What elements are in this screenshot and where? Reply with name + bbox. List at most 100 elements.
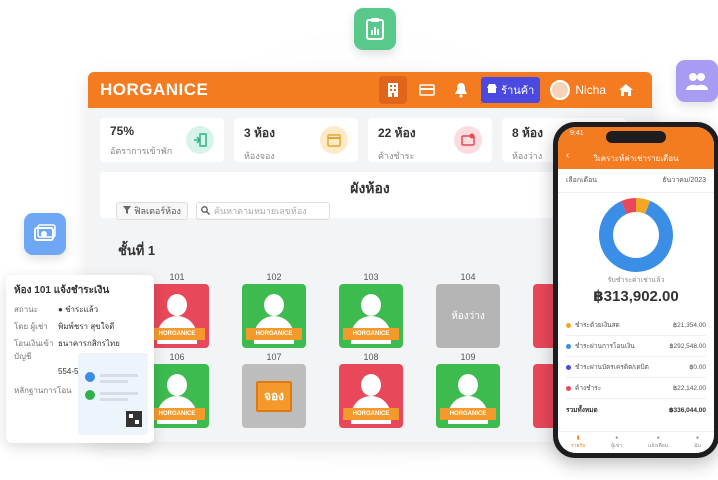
room-brand: HORGANICE bbox=[343, 328, 399, 340]
room-tile-104[interactable]: 104 ห้องว่าง bbox=[436, 272, 500, 348]
room-tile-108[interactable]: 108 HORGANICE bbox=[339, 352, 403, 428]
tenant-avatar-icon bbox=[458, 374, 478, 396]
sum-label: รวมทั้งหมด bbox=[566, 406, 598, 414]
room-status-tile: HORGANICE bbox=[339, 364, 403, 428]
overdue-bill-icon bbox=[454, 126, 482, 154]
room-brand: HORGANICE bbox=[246, 328, 302, 340]
room-status-tile: จอง bbox=[242, 364, 306, 428]
filter-button[interactable]: ฟิลเตอร์ห้อง bbox=[116, 202, 188, 220]
calendar-icon bbox=[320, 126, 348, 154]
legend-list: ชำระด้วยเงินสด ฿21,354.00 ชำระผ่านการโอน… bbox=[566, 315, 706, 420]
tab-me[interactable]: ● ฉัน bbox=[694, 435, 701, 450]
tenant-avatar-icon bbox=[264, 294, 284, 316]
legend-value: ฿21,354.00 bbox=[672, 322, 706, 329]
tab-label: แจ้งเตือน bbox=[648, 443, 669, 449]
account-key: โอนเงินเข้าบัญชี bbox=[14, 339, 54, 361]
month-value: ธันวาคม/2023 bbox=[662, 177, 706, 184]
total-amount: ฿313,902.00 bbox=[593, 288, 679, 305]
report-clipboard-icon bbox=[354, 8, 396, 50]
legend-item: ชำระผ่านบัตรเครดิต/เดบิต ฿0.00 bbox=[566, 357, 706, 378]
status-row: สถานะ ● ชำระแล้ว bbox=[14, 303, 146, 316]
legend-item: ค้างชำระ ฿22,142.00 bbox=[566, 378, 706, 399]
phone-mockup: 9:41 ‹ วิเคราะห์ค่าเช่ารายเดือน เลือกเดื… bbox=[553, 122, 718, 458]
shop-label: ร้านค้า bbox=[501, 85, 535, 97]
phone-screen: 9:41 ‹ วิเคราะห์ค่าเช่ารายเดือน เลือกเดื… bbox=[558, 127, 714, 453]
room-tile-103[interactable]: 103 HORGANICE bbox=[339, 272, 403, 348]
donut-chart bbox=[598, 197, 674, 278]
building-icon[interactable] bbox=[379, 76, 408, 104]
bell-icon: ♦ bbox=[656, 435, 660, 441]
top-navbar: HORGANICE ร้านค้า Nicha bbox=[88, 72, 652, 108]
chart-caption: รับชำระค่าเช่าแล้ว bbox=[607, 277, 665, 284]
proof-key: หลักฐานการโอน bbox=[14, 386, 72, 395]
room-number: 107 bbox=[266, 352, 282, 362]
room-brand: HORGANICE bbox=[343, 408, 399, 420]
app-logo[interactable]: HORGANICE bbox=[100, 80, 373, 100]
room-number: 101 bbox=[169, 272, 185, 282]
payer-value: พิมพ์ชรา สุขใจดี bbox=[58, 322, 115, 331]
room-status-tile: HORGANICE bbox=[145, 364, 209, 428]
room-number: 103 bbox=[363, 272, 379, 282]
status-value: ชำระแล้ว bbox=[65, 305, 99, 314]
user-menu[interactable]: Nicha bbox=[550, 80, 606, 100]
month-selector[interactable]: เลือกเดือน ธันวาคม/2023 bbox=[558, 169, 714, 193]
tab-income[interactable]: ▮ รายรับ bbox=[571, 435, 585, 450]
phone-title: วิเคราะห์ค่าเช่ารายเดือน bbox=[593, 154, 679, 163]
room-tile-107[interactable]: 107 จอง bbox=[242, 352, 306, 428]
door-enter-icon bbox=[186, 126, 214, 154]
room-number: 104 bbox=[460, 272, 476, 282]
legend-dot bbox=[566, 385, 571, 391]
tab-tenants[interactable]: ● ผู้เช่า bbox=[611, 435, 622, 450]
card-title: ห้อง 101 แจ้งชำระเงิน bbox=[14, 285, 110, 296]
shop-button[interactable]: ร้านค้า bbox=[481, 77, 541, 103]
room-status-tile: ห้องว่าง bbox=[436, 284, 500, 348]
bell-icon[interactable] bbox=[447, 76, 475, 104]
room-status-tile: HORGANICE bbox=[145, 284, 209, 348]
room-status-tile: HORGANICE bbox=[436, 364, 500, 428]
stat-overdue: 22 ห้อง ค้างชำระ bbox=[368, 118, 492, 162]
room-tile-101[interactable]: 101 HORGANICE bbox=[145, 272, 209, 348]
card-icon[interactable] bbox=[413, 76, 441, 104]
payer-row: โดย ผู้เช่า พิมพ์ชรา สุขใจดี bbox=[14, 320, 146, 333]
legend-dot bbox=[566, 364, 571, 370]
tenant-avatar-icon bbox=[167, 374, 187, 396]
legend-item: ชำระด้วยเงินสด ฿21,354.00 bbox=[566, 315, 706, 336]
filter-icon bbox=[123, 206, 132, 216]
legend-label: ชำระด้วยเงินสด bbox=[575, 322, 620, 329]
search-input[interactable]: ค้นหาตามหมายเลขห้อง bbox=[196, 202, 330, 220]
room-tile-102[interactable]: 102 HORGANICE bbox=[242, 272, 306, 348]
payment-cash-icon bbox=[24, 213, 66, 255]
legend-label: ชำระผ่านบัตรเครดิต/เดบิต bbox=[575, 364, 649, 371]
payment-notice-card[interactable]: ห้อง 101 แจ้งชำระเงิน สถานะ ● ชำระแล้ว โ… bbox=[6, 275, 154, 443]
room-tile-106[interactable]: 106 HORGANICE bbox=[145, 352, 209, 428]
floor-label: ชั้นที่ 1 bbox=[118, 243, 156, 258]
phone-header: 9:41 ‹ วิเคราะห์ค่าเช่ารายเดือน bbox=[558, 127, 714, 169]
shop-icon bbox=[487, 83, 498, 97]
stat-occupancy: 75% อัตราการเข้าพัก bbox=[100, 118, 224, 162]
users-group-icon bbox=[676, 60, 718, 102]
room-tile-109[interactable]: 109 HORGANICE bbox=[436, 352, 500, 428]
tab-notifications[interactable]: ♦ แจ้งเตือน bbox=[648, 435, 668, 450]
phone-notch bbox=[606, 131, 666, 143]
tenant-avatar-icon bbox=[361, 374, 381, 396]
legend-value: ฿292,548.00 bbox=[669, 343, 706, 350]
person-icon: ● bbox=[615, 435, 619, 441]
avatar bbox=[550, 80, 571, 100]
room-brand: HORGANICE bbox=[149, 408, 205, 420]
donut-svg bbox=[599, 198, 673, 272]
room-number: 109 bbox=[460, 352, 476, 362]
tenant-avatar-icon bbox=[167, 294, 187, 316]
search-icon bbox=[201, 205, 210, 217]
home-icon[interactable] bbox=[612, 76, 640, 104]
phone-tabbar: ▮ รายรับ ● ผู้เช่า ♦ แจ้งเตือน ● ฉัน bbox=[558, 431, 714, 453]
legend-value: ฿22,142.00 bbox=[672, 385, 706, 392]
donut-slice-4 bbox=[621, 198, 637, 215]
payer-key: โดย ผู้เช่า bbox=[14, 322, 48, 331]
room-status-tile: HORGANICE bbox=[242, 284, 306, 348]
sum-value: ฿336,044.00 bbox=[668, 406, 706, 414]
legend-dot bbox=[566, 322, 571, 328]
marketing-scene: HORGANICE ร้านค้า Nicha 75% อัตราการเข้า… bbox=[0, 0, 718, 480]
transfer-slip-image[interactable] bbox=[78, 353, 148, 435]
tab-label: รายรับ bbox=[571, 443, 586, 449]
donut-slice-2 bbox=[599, 200, 673, 272]
